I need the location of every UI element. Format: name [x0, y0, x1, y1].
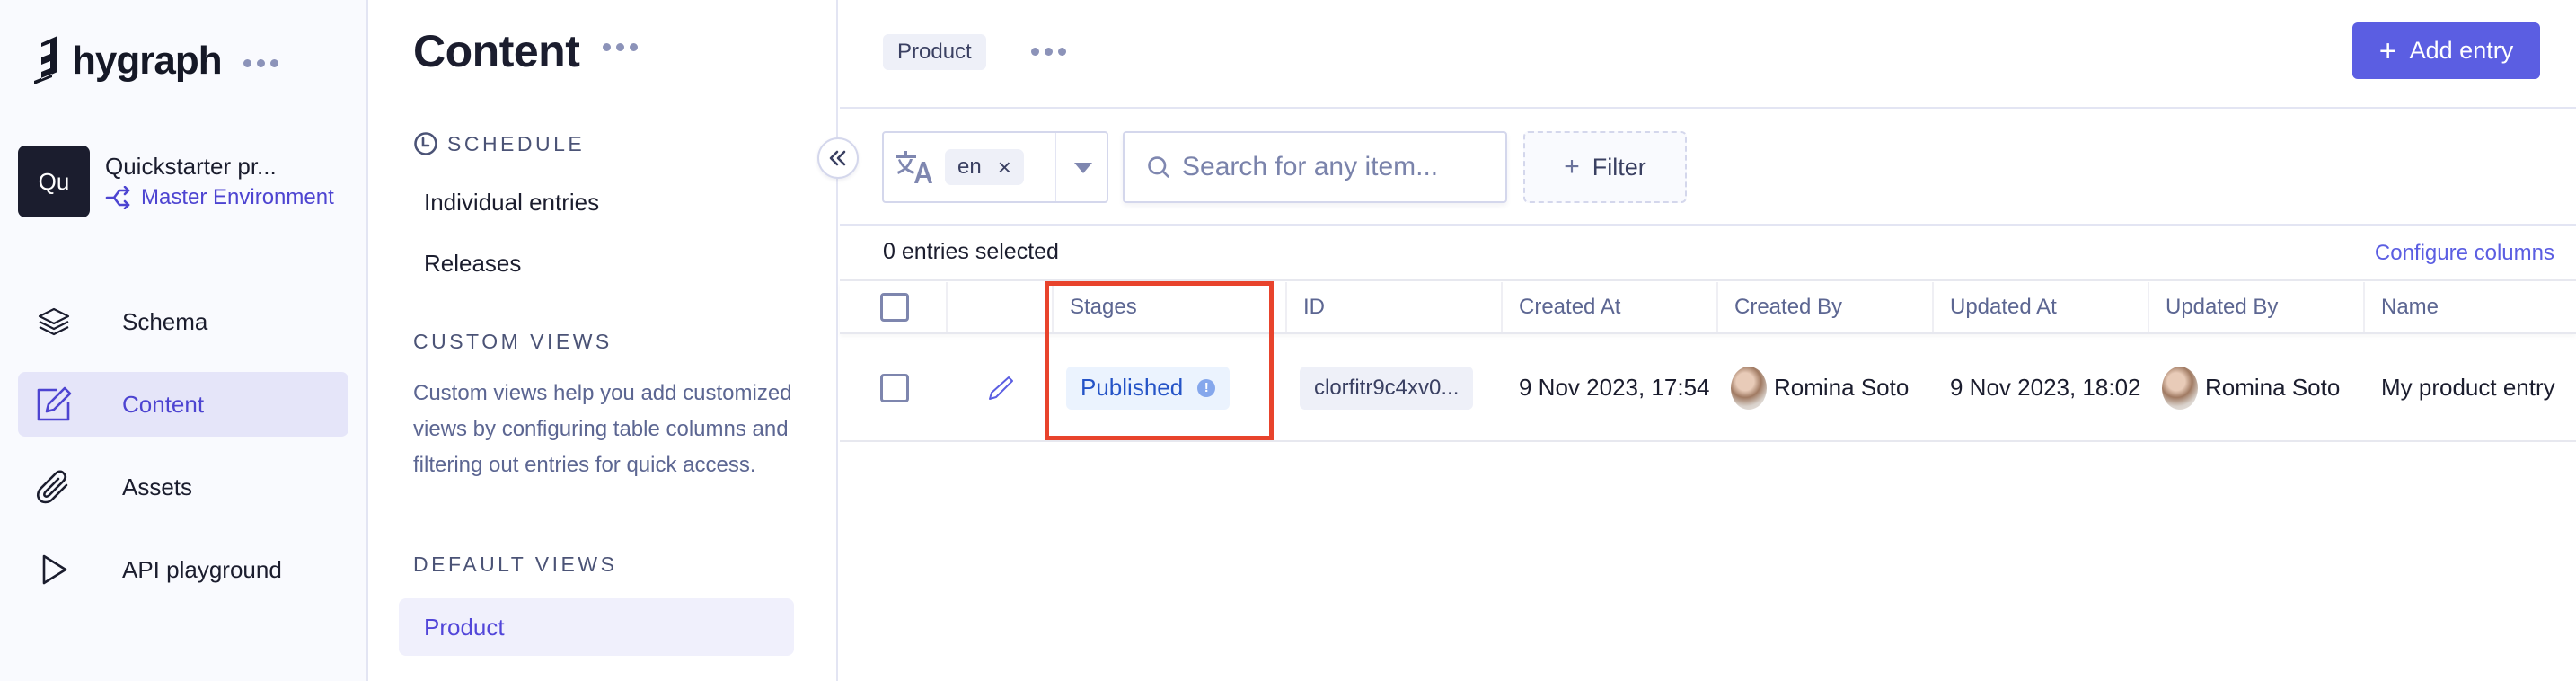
hygraph-logo-icon — [34, 36, 57, 84]
environment-link[interactable]: Master Environment — [105, 182, 334, 213]
nav-item-content[interactable]: Content — [18, 372, 348, 437]
updated-at-value: 9 Nov 2023, 18:02 — [1950, 374, 2141, 401]
plus-icon: + — [1564, 152, 1580, 181]
project-name: Quickstarter pr... — [105, 153, 277, 180]
add-entry-button[interactable]: + Add entry — [2352, 22, 2540, 79]
logo-text: hygraph — [72, 39, 223, 83]
row-select-cell — [840, 335, 948, 440]
layers-icon — [36, 304, 72, 340]
created-at-cell: 9 Nov 2023, 17:54 — [1503, 335, 1718, 440]
locale-select[interactable]: en × — [882, 131, 1108, 203]
locale-code: en — [957, 155, 982, 179]
info-icon: ! — [1197, 378, 1216, 397]
chevron-down-icon[interactable] — [1074, 163, 1092, 173]
hygraph-logo[interactable]: hygraph — [34, 36, 278, 86]
add-filter-button[interactable]: + Filter — [1523, 131, 1687, 203]
created-at-value: 9 Nov 2023, 17:54 — [1519, 374, 1710, 401]
select-divider — [1055, 133, 1056, 201]
locale-chip: en × — [945, 149, 1024, 185]
default-views-label: DEFAULT VIEWS — [413, 553, 618, 576]
plus-icon: + — [2378, 33, 2397, 68]
search-box[interactable] — [1123, 131, 1507, 203]
schedule-section-label: SCHEDULE — [413, 131, 585, 156]
paperclip-icon — [36, 469, 72, 505]
environment-name: Master Environment — [141, 185, 334, 209]
name-cell: My product entry — [2365, 335, 2576, 440]
clock-icon — [414, 132, 437, 155]
selection-count: 0 entries selected — [883, 239, 1059, 264]
nav-label: API playground — [122, 555, 282, 583]
pencil-icon[interactable] — [987, 375, 1014, 402]
column-header-created-by[interactable]: Created By — [1718, 282, 1934, 332]
column-header-stages[interactable]: Stages — [1054, 282, 1287, 332]
column-header-updated-by[interactable]: Updated By — [2149, 282, 2365, 332]
search-icon — [1148, 156, 1169, 178]
nav-label: Assets — [122, 473, 193, 500]
app-sidebar: hygraph Qu Quickstarter pr... Master Env… — [0, 0, 368, 681]
column-header-created-at[interactable]: Created At — [1503, 282, 1718, 332]
name-value: My product entry — [2381, 374, 2555, 401]
panel-more-icon[interactable] — [603, 42, 639, 51]
branch-icon — [105, 186, 130, 209]
updated-by-cell: Romina Soto — [2149, 335, 2365, 440]
project-avatar: Qu — [18, 146, 90, 217]
stage-cell: Published ! — [1054, 335, 1287, 440]
column-header-id[interactable]: ID — [1287, 282, 1503, 332]
view-item-label: Product — [424, 613, 505, 641]
project-switcher[interactable]: Qu Quickstarter pr... Master Environment — [18, 146, 334, 217]
model-chip[interactable]: Product — [883, 34, 986, 70]
column-header-updated-at[interactable]: Updated At — [1934, 282, 2149, 332]
id-cell: clorfitr9c4xv0... — [1287, 335, 1503, 440]
nav-item-schema[interactable]: Schema — [18, 289, 348, 354]
select-all-cell — [840, 282, 948, 332]
updated-by-user: Romina Soto — [2162, 366, 2340, 410]
main-nav: Schema Content Assets API playground — [18, 289, 348, 620]
custom-views-label: CUSTOM VIEWS — [413, 330, 613, 353]
entries-header: Product + Add entry — [840, 0, 2576, 109]
custom-views-description: Custom views help you add customized vie… — [413, 381, 792, 477]
chevrons-left-icon — [829, 150, 846, 166]
avatar — [2162, 366, 2198, 410]
nav-item-api-playground[interactable]: API playground — [18, 537, 348, 602]
stage-badge[interactable]: Published ! — [1066, 366, 1231, 410]
individual-entries-link[interactable]: Individual entries — [424, 189, 599, 217]
entry-id[interactable]: clorfitr9c4xv0... — [1300, 366, 1474, 410]
created-by-user: Romina Soto — [1731, 366, 1909, 410]
table-header: Stages ID Created At Created By Updated … — [840, 282, 2576, 334]
search-input[interactable] — [1182, 152, 1505, 182]
actions-header — [948, 282, 1054, 332]
created-by-cell: Romina Soto — [1718, 335, 1934, 440]
more-options-icon[interactable] — [243, 58, 278, 67]
translate-icon — [896, 151, 932, 183]
content-panel: Content SCHEDULE Individual entries Rele… — [370, 0, 838, 681]
nav-item-assets[interactable]: Assets — [18, 455, 348, 519]
updated-at-cell: 9 Nov 2023, 18:02 — [1934, 335, 2149, 440]
nav-label: Schema — [122, 307, 208, 335]
edit-icon — [36, 386, 72, 422]
select-all-checkbox[interactable] — [880, 292, 909, 322]
view-item-product[interactable]: Product — [399, 598, 794, 656]
avatar — [1731, 366, 1767, 410]
column-header-name[interactable]: Name — [2365, 282, 2576, 332]
nav-label: Content — [122, 390, 205, 418]
row-edit-cell — [948, 335, 1054, 440]
filter-toolbar: en × + Filter — [840, 109, 2576, 226]
panel-title: Content — [413, 26, 580, 76]
panel-header: Content — [413, 25, 639, 77]
entries-view: Product + Add entry en × Search for any … — [840, 0, 2576, 681]
selection-bar: 0 entries selected Configure columns — [840, 226, 2576, 281]
table-row[interactable]: Published ! clorfitr9c4xv0... 9 Nov 2023… — [840, 335, 2576, 442]
remove-locale-icon[interactable]: × — [998, 154, 1011, 181]
configure-columns-link[interactable]: Configure columns — [2375, 241, 2554, 266]
row-checkbox[interactable] — [880, 373, 909, 402]
play-icon — [36, 552, 72, 588]
collapse-panel-button[interactable] — [817, 137, 859, 179]
model-more-icon[interactable] — [1031, 48, 1066, 56]
releases-link[interactable]: Releases — [424, 250, 521, 278]
